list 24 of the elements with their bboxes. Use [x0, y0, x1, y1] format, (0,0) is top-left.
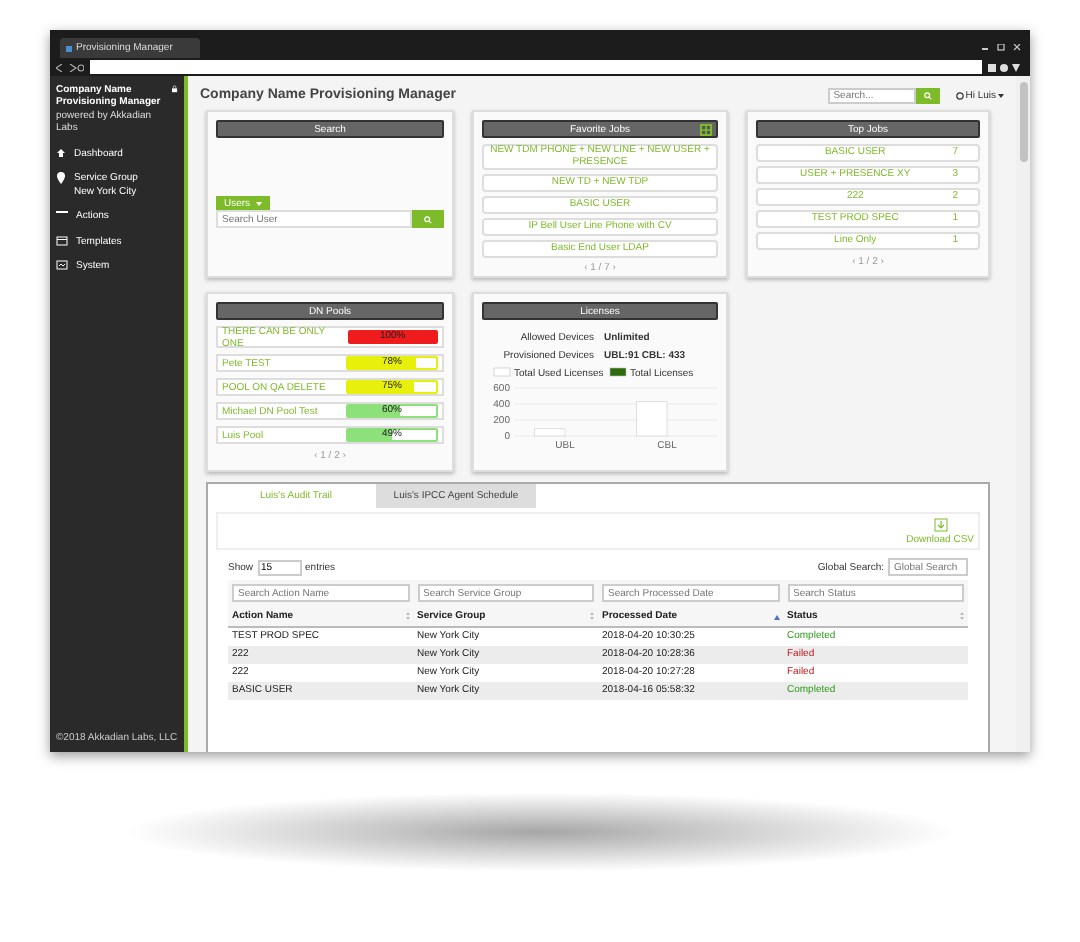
- user-icon: [955, 91, 964, 99]
- template-icon: [56, 235, 68, 245]
- bar: [534, 428, 566, 437]
- window-controls-icon[interactable]: [982, 44, 1022, 52]
- search-icon: [424, 215, 432, 223]
- download-icon: [933, 517, 948, 531]
- search-button[interactable]: [915, 87, 940, 103]
- caret-icon: [256, 201, 263, 205]
- legend-swatch: [609, 367, 627, 377]
- home-icon: [56, 147, 66, 157]
- navigation-icon[interactable]: [56, 63, 84, 71]
- legend-swatch: [493, 367, 511, 377]
- lock-icon[interactable]: [172, 84, 178, 94]
- caret-icon: [998, 93, 1004, 97]
- extension-icon[interactable]: [988, 63, 1024, 71]
- scrollbar[interactable]: [1016, 76, 1030, 752]
- map-pin-icon: [56, 172, 66, 184]
- dash-icon: [56, 210, 68, 214]
- search-button[interactable]: [412, 210, 444, 228]
- sort-ascending-icon: [773, 613, 779, 619]
- system-icon: [56, 260, 68, 270]
- search-icon: [923, 91, 932, 99]
- bar: [636, 401, 668, 437]
- page-icon: [66, 45, 72, 51]
